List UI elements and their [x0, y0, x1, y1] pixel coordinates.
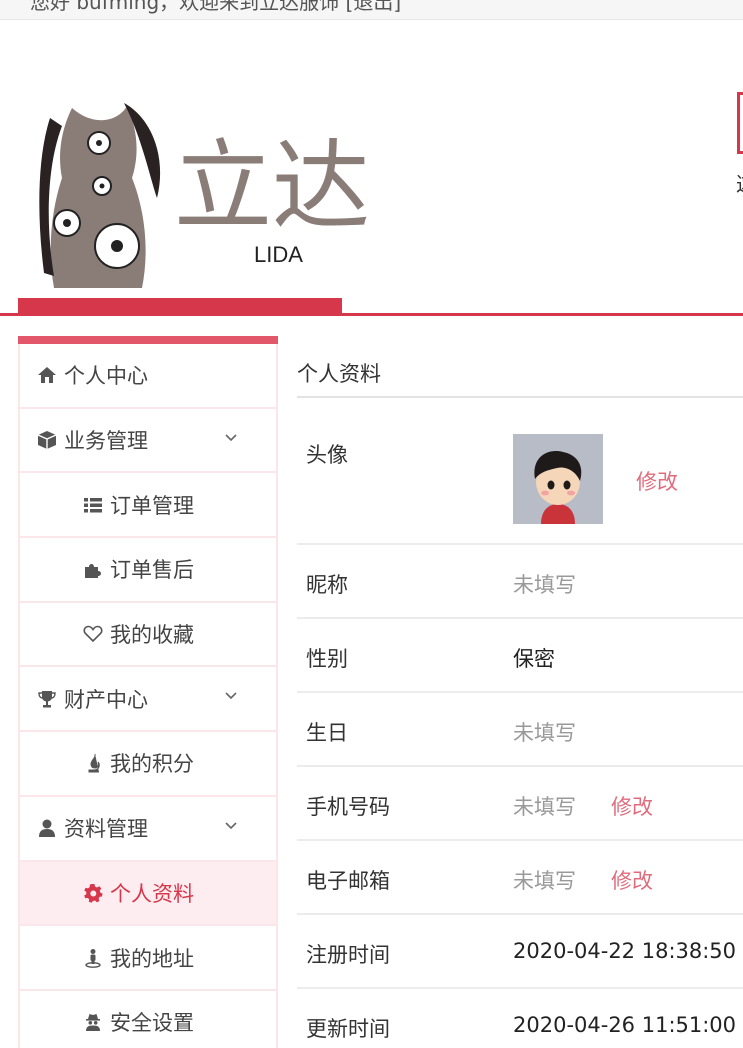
- profile-row-avatar: 头像 修改: [297, 398, 743, 545]
- fire-icon: [82, 753, 104, 773]
- sidebar-item-points[interactable]: 我的积分: [18, 732, 278, 797]
- row-value: 未填写: [513, 869, 576, 893]
- welcome-text: 您好 bufming，欢迎来到立达服饰 [退出]: [30, 0, 402, 14]
- row-label: 手机号码: [306, 795, 390, 819]
- avatar[interactable]: [513, 434, 603, 524]
- sidebar-item-assets[interactable]: 财产中心: [18, 667, 278, 733]
- sidebar-item-addresses[interactable]: 我的地址: [18, 926, 278, 991]
- site-logo[interactable]: 立达 LIDA: [32, 98, 412, 293]
- sidebar-item-personal-info[interactable]: 个人资料: [18, 861, 278, 927]
- profile-row-updated: 更新时间 2020-04-26 11:51:00: [297, 989, 743, 1048]
- row-value: 未填写: [513, 795, 576, 819]
- sidebar-item-label: 订单管理: [110, 493, 194, 518]
- sidebar-item-orders[interactable]: 订单管理: [18, 473, 278, 539]
- sidebar-item-label: 我的地址: [110, 946, 194, 971]
- trophy-icon: [36, 689, 58, 709]
- header-search-box-edge[interactable]: [737, 92, 743, 154]
- sidebar-menu: 个人中心 业务管理 订单管理 订单售后 我的收藏 财产中心 我的积分 资料管理 …: [18, 336, 278, 1048]
- row-label: 电子邮箱: [306, 869, 390, 893]
- logo-brand-cn: 立达: [174, 130, 370, 244]
- profile-row-birthday: 生日 未填写: [297, 693, 743, 767]
- row-value: 未填写: [513, 721, 576, 745]
- sidebar-item-label: 财产中心: [64, 687, 148, 712]
- chevron-down-icon[interactable]: [224, 691, 238, 701]
- row-label: 更新时间: [306, 1017, 390, 1041]
- sidebar-item-label: 我的积分: [110, 752, 194, 777]
- sidebar-item-profile-management[interactable]: 资料管理: [18, 796, 278, 862]
- cube-icon: [36, 430, 58, 450]
- row-label: 头像: [306, 443, 348, 467]
- avatar-image: [513, 434, 603, 524]
- user-icon: [36, 818, 58, 838]
- sidebar-item-label: 安全设置: [110, 1011, 194, 1036]
- sidebar-item-label: 业务管理: [64, 429, 148, 454]
- list-icon: [82, 495, 104, 515]
- row-value: 保密: [513, 647, 555, 671]
- row-label: 注册时间: [306, 943, 390, 967]
- logo-graphic: 立达 LIDA: [39, 103, 370, 288]
- puzzle-icon: [82, 559, 104, 579]
- header-right-text: 这: [736, 168, 743, 197]
- row-label: 性别: [306, 647, 348, 671]
- sidebar-item-label: 我的收藏: [110, 623, 194, 648]
- edit-phone-link[interactable]: 修改: [611, 791, 653, 821]
- row-label: 昵称: [306, 573, 348, 597]
- row-value: 未填写: [513, 573, 576, 597]
- row-label: 生日: [306, 721, 348, 745]
- sidebar-item-label: 资料管理: [64, 817, 148, 842]
- logo-brand-en: LIDA: [254, 242, 303, 267]
- gear-icon: [82, 883, 104, 903]
- edit-avatar-link[interactable]: 修改: [636, 466, 678, 496]
- profile-row-nickname: 昵称 未填写: [297, 545, 743, 619]
- home-icon: [36, 365, 58, 385]
- nav-accent-block: [18, 298, 342, 314]
- row-value: 2020-04-26 11:51:00: [513, 1013, 737, 1037]
- chevron-down-icon[interactable]: [224, 821, 238, 831]
- top-bar: 您好 bufming，欢迎来到立达服饰 [退出]: [0, 0, 743, 20]
- chevron-down-icon[interactable]: [224, 433, 238, 443]
- sidebar-item-label: 订单售后: [110, 558, 194, 583]
- sidebar-top-accent: [18, 336, 278, 344]
- page-title: 个人资料: [297, 336, 743, 398]
- nav-accent-line: [0, 313, 743, 316]
- sidebar-item-personal-center[interactable]: 个人中心: [18, 344, 278, 409]
- profile-row-gender: 性别 保密: [297, 619, 743, 693]
- row-value: 2020-04-22 18:38:50: [513, 939, 737, 963]
- heart-icon: [82, 624, 104, 644]
- profile-row-email: 电子邮箱 未填写 修改: [297, 841, 743, 915]
- sidebar-item-favorites[interactable]: 我的收藏: [18, 602, 278, 668]
- edit-email-link[interactable]: 修改: [611, 865, 653, 895]
- sidebar-item-business[interactable]: 业务管理: [18, 408, 278, 474]
- profile-row-phone: 手机号码 未填写 修改: [297, 767, 743, 841]
- profile-panel: 个人资料 头像 修改 昵称 未填写 性别 保密 生日 未填写 手机号码 未填写 …: [297, 336, 743, 1048]
- user-secret-icon: [82, 1012, 104, 1032]
- sidebar-item-label: 个人中心: [64, 364, 148, 389]
- street-view-icon: [82, 948, 104, 968]
- sidebar-item-security[interactable]: 安全设置: [18, 990, 278, 1048]
- sidebar-item-after-sales[interactable]: 订单售后: [18, 538, 278, 603]
- sidebar-item-label: 个人资料: [110, 881, 194, 906]
- profile-row-registered: 注册时间 2020-04-22 18:38:50: [297, 915, 743, 989]
